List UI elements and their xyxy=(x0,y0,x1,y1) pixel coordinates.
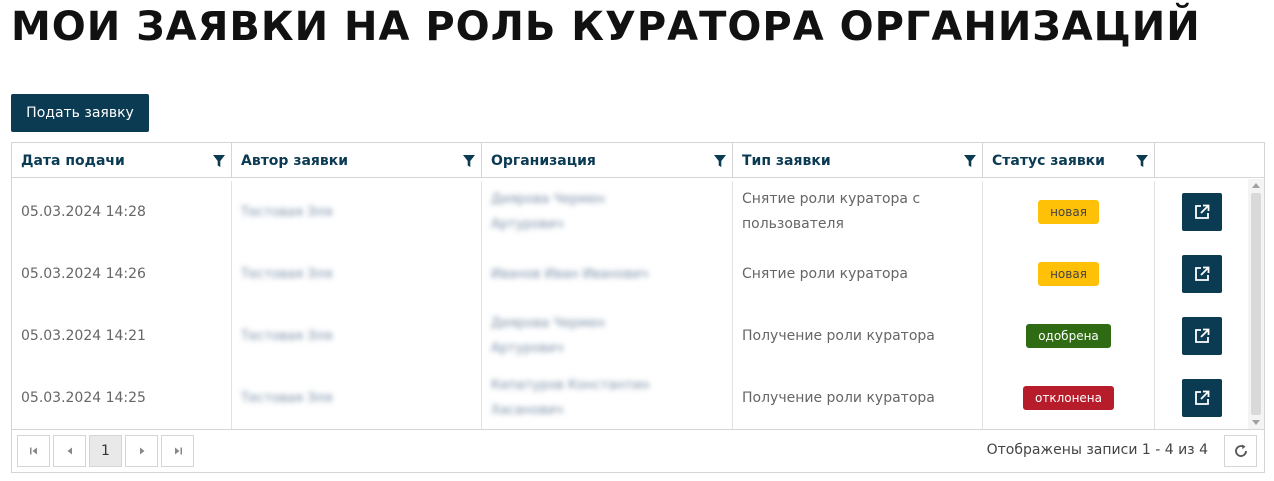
open-external-icon xyxy=(1194,204,1209,219)
author-name: Тестовая Эля xyxy=(241,390,333,406)
requests-grid: Дата подачи Автор заявки Организация Тип… xyxy=(11,142,1265,473)
author-name: Тестовая Эля xyxy=(241,266,333,282)
grid-header: Дата подачи Автор заявки Организация Тип… xyxy=(12,143,1264,178)
grid-body: 05.03.2024 14:28 Тестовая Эля Диярова Че… xyxy=(12,179,1264,429)
date-cell: 05.03.2024 14:28 xyxy=(12,181,232,243)
filter-icon[interactable] xyxy=(963,154,977,168)
organization-name: Иванов Иван Иванович xyxy=(491,266,649,282)
status-cell: новая xyxy=(983,243,1155,305)
open-external-icon xyxy=(1194,266,1209,281)
filter-icon[interactable] xyxy=(713,154,727,168)
refresh-icon xyxy=(1234,444,1247,457)
author-cell: Тестовая Эля xyxy=(232,243,482,305)
table-row[interactable]: 05.03.2024 14:21 Тестовая Эля Диярова Че… xyxy=(12,305,1248,367)
open-external-icon xyxy=(1194,390,1209,405)
open-request-button[interactable] xyxy=(1181,255,1222,293)
status-badge: новая xyxy=(1038,200,1099,224)
next-page-icon xyxy=(139,447,144,455)
organization-name: Диярова Чермен Артурович xyxy=(491,316,605,356)
scroll-thumb[interactable] xyxy=(1251,193,1261,415)
prev-page-button[interactable] xyxy=(53,435,86,467)
column-header-author[interactable]: Автор заявки xyxy=(232,143,482,178)
action-cell xyxy=(1155,367,1248,429)
submit-request-button[interactable]: Подать заявку xyxy=(11,94,149,132)
open-external-icon xyxy=(1194,328,1209,343)
next-page-button[interactable] xyxy=(125,435,158,467)
column-header-label: Организация xyxy=(491,152,596,169)
type-cell: Снятие роли куратора xyxy=(733,243,983,305)
last-page-icon xyxy=(174,447,182,455)
author-name: Тестовая Эля xyxy=(241,204,333,220)
action-cell xyxy=(1155,181,1248,243)
open-request-button[interactable] xyxy=(1181,317,1222,355)
open-request-button[interactable] xyxy=(1181,379,1222,417)
date-cell: 05.03.2024 14:21 xyxy=(12,305,232,367)
table-row[interactable]: 05.03.2024 14:28 Тестовая Эля Диярова Че… xyxy=(12,181,1248,243)
organization-cell: Диярова Чермен Артурович xyxy=(482,181,733,243)
author-name: Тестовая Эля xyxy=(241,328,333,344)
status-cell: новая xyxy=(983,181,1155,243)
organization-cell: Кепатуров Константин Хасанович xyxy=(482,367,733,429)
status-badge: отклонена xyxy=(1022,386,1115,410)
organization-name: Диярова Чермен Артурович xyxy=(491,192,605,232)
first-page-icon xyxy=(29,447,37,455)
last-page-button[interactable] xyxy=(161,435,194,467)
column-header-type[interactable]: Тип заявки xyxy=(733,143,983,178)
scroll-up-arrow[interactable] xyxy=(1252,183,1260,188)
type-cell: Получение роли куратора xyxy=(733,305,983,367)
status-badge: новая xyxy=(1038,262,1099,286)
filter-icon[interactable] xyxy=(1135,154,1149,168)
table-row[interactable]: 05.03.2024 14:25 Тестовая Эля Кепатуров … xyxy=(12,367,1248,429)
author-cell: Тестовая Эля xyxy=(232,367,482,429)
author-cell: Тестовая Эля xyxy=(232,305,482,367)
vertical-scrollbar[interactable] xyxy=(1248,179,1264,429)
organization-cell: Диярова Чермен Артурович xyxy=(482,305,733,367)
type-cell: Снятие роли куратора с пользователя xyxy=(733,181,983,243)
organization-name: Кепатуров Константин Хасанович xyxy=(491,378,650,418)
status-cell: одобрена xyxy=(983,305,1155,367)
organization-cell: Иванов Иван Иванович xyxy=(482,243,733,305)
scroll-down-arrow[interactable] xyxy=(1252,420,1260,425)
pager: 1 Отображены записи 1 - 4 из 4 xyxy=(12,429,1264,472)
refresh-button[interactable] xyxy=(1224,435,1257,467)
filter-icon[interactable] xyxy=(212,154,226,168)
author-cell: Тестовая Эля xyxy=(232,181,482,243)
date-cell: 05.03.2024 14:25 xyxy=(12,367,232,429)
table-row[interactable]: 05.03.2024 14:26 Тестовая Эля Иванов Ива… xyxy=(12,243,1248,305)
page-title: МОИ ЗАЯВКИ НА РОЛЬ КУРАТОРА ОРГАНИЗАЦИЙ xyxy=(11,4,1201,50)
date-cell: 05.03.2024 14:26 xyxy=(12,243,232,305)
status-badge: одобрена xyxy=(1026,324,1111,348)
action-cell xyxy=(1155,243,1248,305)
prev-page-icon xyxy=(67,447,72,455)
filter-icon[interactable] xyxy=(462,154,476,168)
pager-info: Отображены записи 1 - 4 из 4 xyxy=(986,442,1208,458)
column-header-label: Дата подачи xyxy=(21,152,125,169)
column-header-date[interactable]: Дата подачи xyxy=(12,143,232,178)
column-header-status[interactable]: Статус заявки xyxy=(983,143,1155,178)
type-cell: Получение роли куратора xyxy=(733,367,983,429)
column-header-label: Статус заявки xyxy=(992,152,1105,169)
open-request-button[interactable] xyxy=(1181,193,1222,231)
first-page-button[interactable] xyxy=(17,435,50,467)
status-cell: отклонена xyxy=(983,367,1155,429)
column-header-label: Автор заявки xyxy=(241,152,349,169)
page-number-button[interactable]: 1 xyxy=(89,435,122,467)
column-header-organization[interactable]: Организация xyxy=(482,143,733,178)
action-cell xyxy=(1155,305,1248,367)
column-header-actions xyxy=(1155,143,1264,178)
column-header-label: Тип заявки xyxy=(742,152,831,169)
